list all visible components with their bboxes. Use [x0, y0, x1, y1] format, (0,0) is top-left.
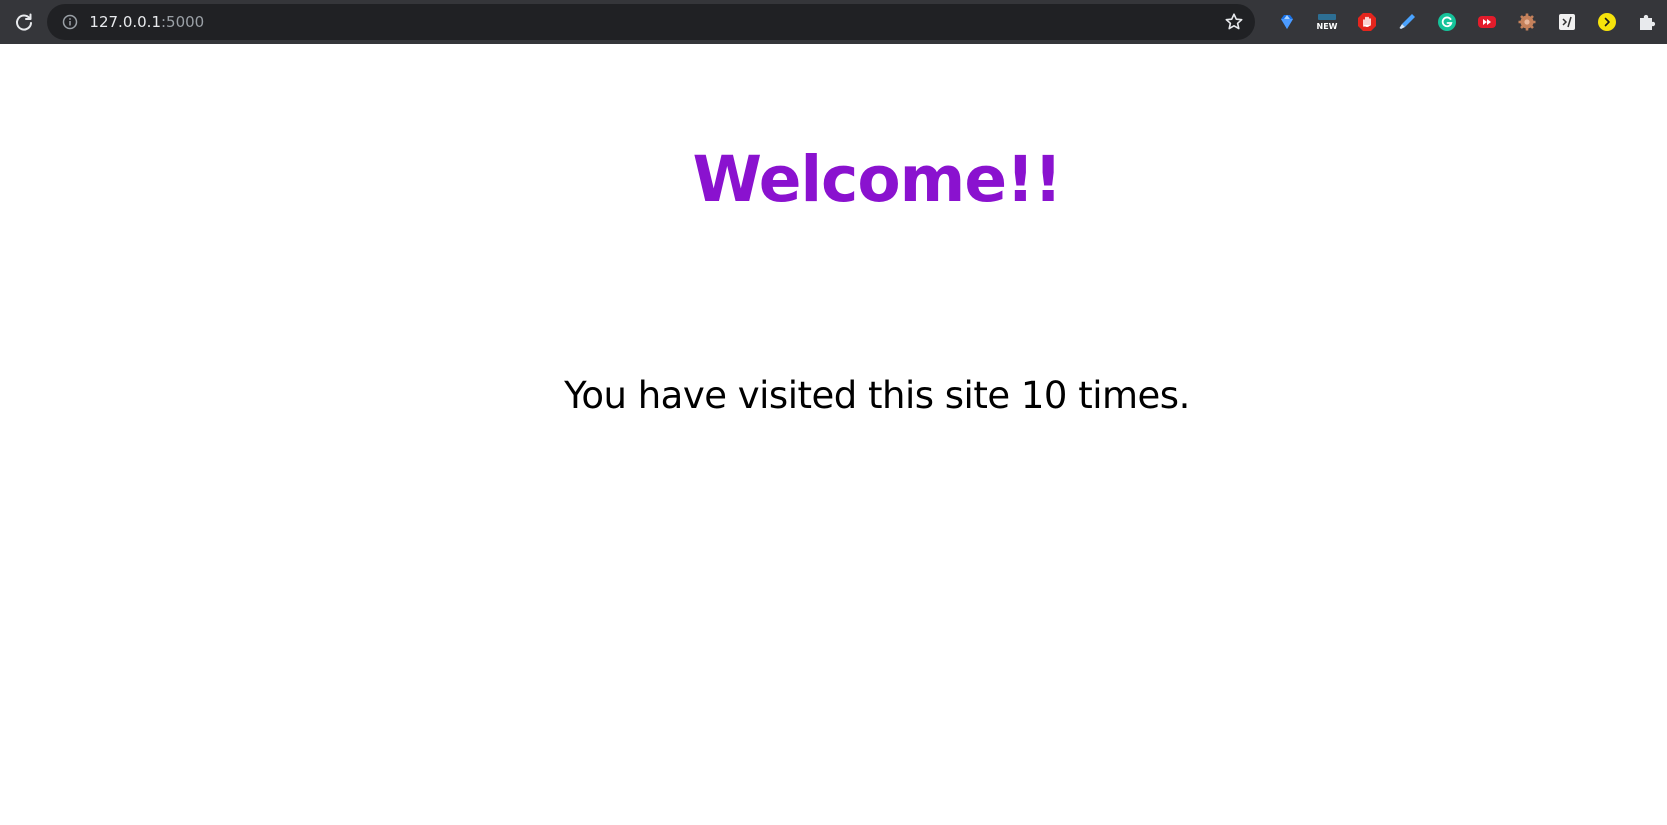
arrow-extension-icon [1598, 13, 1616, 31]
url-port: :5000 [161, 13, 205, 31]
extensions-bar: NEW [1267, 0, 1667, 44]
new-badge-extension-icon: NEW [1317, 14, 1338, 31]
gear-extension-button[interactable] [1507, 0, 1547, 44]
browser-toolbar: 127.0.0.1:5000 NEW [0, 0, 1667, 44]
bookmark-star-button[interactable] [1223, 11, 1245, 33]
puzzle-extensions-icon [1640, 14, 1656, 30]
page-content: Welcome!! You have visited this site 10 … [0, 44, 1667, 825]
reload-button[interactable] [0, 0, 47, 44]
gem-extension-button[interactable] [1267, 0, 1307, 44]
new-badge-label: NEW [1317, 22, 1338, 31]
url-text[interactable]: 127.0.0.1:5000 [89, 13, 1223, 31]
star-icon [1225, 13, 1243, 30]
welcome-heading: Welcome!! [692, 143, 1062, 216]
new-badge-extension-button[interactable]: NEW [1307, 0, 1347, 44]
fast-forward-extension-icon [1478, 16, 1496, 28]
script-extension-button[interactable] [1547, 0, 1587, 44]
info-icon[interactable] [61, 13, 79, 31]
url-host: 127.0.0.1 [89, 13, 161, 31]
grammarly-extension-button[interactable] [1427, 0, 1467, 44]
stop-hand-extension-button[interactable] [1347, 0, 1387, 44]
visit-count-message: You have visited this site 10 times. [564, 374, 1190, 417]
highlighter-extension-icon [1399, 14, 1415, 29]
gear-extension-icon [1518, 13, 1536, 31]
grammarly-extension-icon [1438, 13, 1456, 31]
highlighter-extension-button[interactable] [1387, 0, 1427, 44]
arrow-extension-button[interactable] [1587, 0, 1627, 44]
script-extension-icon [1559, 14, 1575, 30]
reload-icon [15, 13, 32, 31]
fast-forward-extension-button[interactable] [1467, 0, 1507, 44]
extensions-menu-button[interactable] [1627, 0, 1667, 44]
address-bar[interactable]: 127.0.0.1:5000 [47, 4, 1255, 40]
stop-hand-extension-icon [1358, 13, 1376, 31]
gem-extension-icon [1281, 15, 1293, 29]
